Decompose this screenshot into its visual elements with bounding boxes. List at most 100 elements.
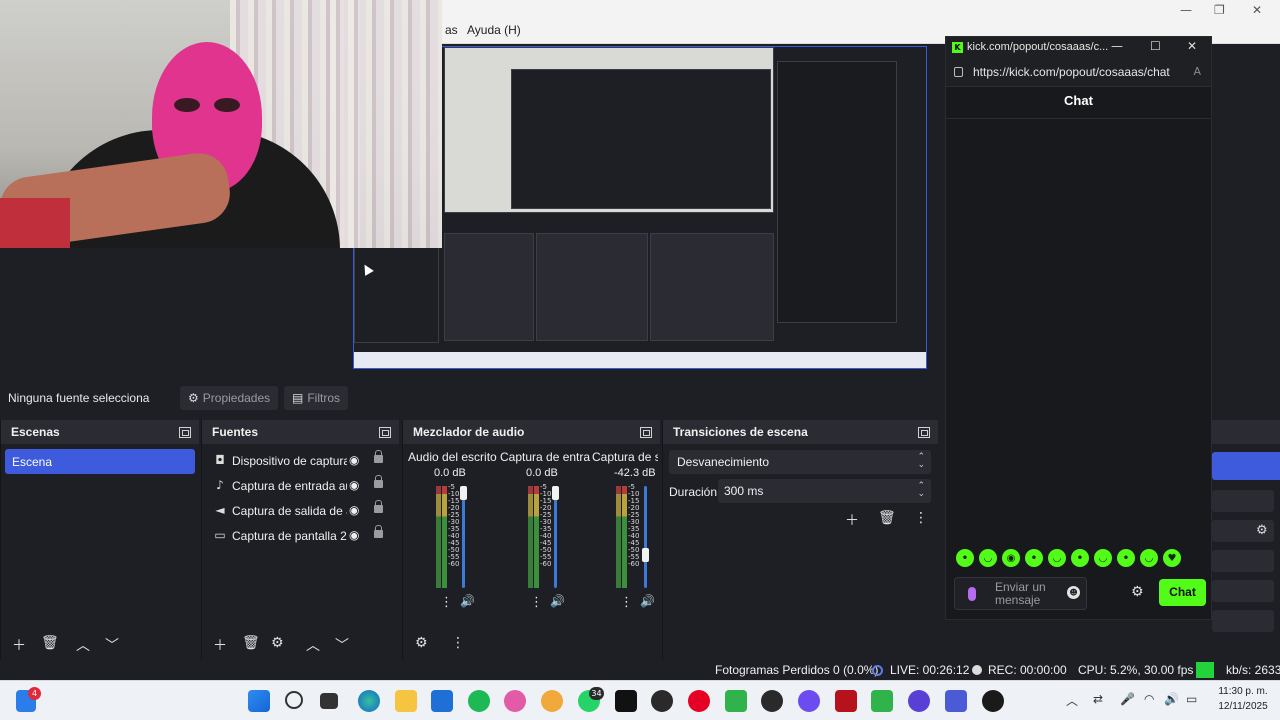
chat-url[interactable]: https://kick.com/popout/cosaaas/chat	[973, 65, 1170, 79]
add-icon[interactable]: ＋	[845, 510, 859, 530]
lock-icon[interactable]	[374, 500, 383, 513]
chevron-down-icon[interactable]: ﹀	[335, 635, 349, 655]
address-bar[interactable]: https://kick.com/popout/cosaaas/chat A	[946, 59, 1211, 87]
microphone-icon[interactable]	[968, 587, 976, 601]
clock-date[interactable]: 12/11/2025	[1210, 701, 1276, 712]
capcut-alt-icon[interactable]	[651, 690, 673, 712]
volume-fader[interactable]	[552, 486, 559, 588]
settings-gear-icon[interactable]: ⚙	[1256, 523, 1268, 538]
capcut-icon[interactable]	[615, 690, 637, 712]
emote-icon[interactable]: •	[956, 549, 974, 567]
transition-select[interactable]: Desvanecimiento ⌃ ⌄	[669, 450, 931, 474]
search-icon[interactable]	[285, 691, 303, 709]
sheets-icon[interactable]	[725, 690, 747, 712]
source-row[interactable]: ◄ Captura de salida de a ◉	[202, 499, 398, 523]
speaker-icon[interactable]: 🔊	[460, 594, 475, 608]
updown-icon[interactable]: ⌃ ⌄	[917, 482, 925, 499]
kebab-menu-icon[interactable]: ⋮	[914, 510, 928, 526]
emote-icon[interactable]: ◡	[1048, 549, 1066, 567]
trash-icon[interactable]: 🗑	[878, 510, 896, 526]
maximize-dock-icon[interactable]	[640, 427, 652, 438]
lock-icon[interactable]	[374, 450, 383, 463]
chat-message-input[interactable]: Enviar un mensaje ☻	[954, 577, 1087, 610]
controls-active-button[interactable]	[1212, 452, 1280, 480]
edge-icon[interactable]	[358, 690, 380, 712]
app-icon[interactable]	[504, 690, 526, 712]
start-icon[interactable]	[248, 690, 270, 712]
eye-icon[interactable]: ◉	[349, 478, 359, 492]
volume-icon[interactable]: 🔊	[1164, 692, 1179, 706]
maximize-dock-icon[interactable]	[918, 427, 930, 438]
controls-button[interactable]	[1212, 580, 1274, 602]
controls-button[interactable]	[1212, 550, 1274, 572]
blender-icon[interactable]	[541, 690, 563, 712]
maximize-dock-icon[interactable]	[379, 427, 391, 438]
eye-icon[interactable]: ◉	[349, 528, 359, 542]
speaker-icon[interactable]: 🔊	[640, 594, 655, 608]
store-icon[interactable]	[431, 690, 453, 712]
chat-settings-gear-icon[interactable]: ⚙	[1131, 584, 1144, 600]
spotify-icon[interactable]	[468, 690, 490, 712]
kebab-menu-icon[interactable]: ⋮	[620, 595, 633, 610]
source-row[interactable]: ◘ Dispositivo de captura ◉	[202, 449, 398, 473]
trash-icon[interactable]: 🗑	[41, 635, 59, 651]
wifi-icon[interactable]: ◠	[1144, 692, 1154, 706]
menu-fragment[interactable]: as	[445, 23, 458, 37]
file-explorer-icon[interactable]	[395, 690, 417, 712]
teams-icon[interactable]	[945, 690, 967, 712]
kebab-menu-icon[interactable]: ⋮	[451, 635, 465, 651]
source-row[interactable]: ▭ Captura de pantalla 2 ◉	[202, 524, 398, 548]
emote-icon[interactable]: ◡	[1140, 549, 1158, 567]
add-icon[interactable]: ＋	[12, 635, 26, 655]
app-icon[interactable]	[871, 690, 893, 712]
add-icon[interactable]: ＋	[213, 635, 227, 655]
properties-button[interactable]: ⚙ Propiedades	[180, 386, 279, 410]
eye-icon[interactable]: ◉	[349, 453, 359, 467]
chevron-down-icon[interactable]: ﹀	[105, 635, 119, 655]
pinterest-icon[interactable]	[688, 690, 710, 712]
app-icon[interactable]	[835, 690, 857, 712]
menu-help[interactable]: Ayuda (H)	[467, 23, 521, 37]
task-view-icon[interactable]	[320, 693, 338, 709]
scene-item[interactable]: Escena	[5, 449, 195, 474]
tray-app-icon[interactable]: ⇄	[1093, 692, 1103, 706]
minimize-icon[interactable]: —	[1111, 39, 1123, 53]
fader-knob[interactable]	[552, 486, 559, 500]
emote-icon[interactable]: •	[1071, 549, 1089, 567]
maximize-icon[interactable]: ☐	[1150, 39, 1161, 53]
clock-time[interactable]: 11:30 p. m.	[1210, 686, 1276, 697]
emote-icon[interactable]: •	[1025, 549, 1043, 567]
headset-icon[interactable]	[908, 690, 930, 712]
fader-knob[interactable]	[460, 486, 467, 500]
eye-icon[interactable]: ◉	[349, 503, 359, 517]
advanced-audio-gear-icon[interactable]: ⚙	[415, 635, 428, 651]
emote-icon[interactable]: ◡	[979, 549, 997, 567]
emote-icon[interactable]: ◉	[1002, 549, 1020, 567]
controls-button[interactable]	[1212, 490, 1274, 512]
duration-spinbox[interactable]: 300 ms ⌃ ⌄	[718, 479, 931, 503]
app-icon[interactable]	[798, 690, 820, 712]
speaker-icon[interactable]: 🔊	[550, 594, 565, 608]
chevron-up-icon[interactable]: ︿	[1066, 692, 1078, 709]
capcut-icon[interactable]	[761, 690, 783, 712]
lock-icon[interactable]	[374, 525, 383, 538]
gear-icon[interactable]: ⚙	[271, 635, 284, 651]
emote-icon[interactable]: ◡	[1094, 549, 1112, 567]
kebab-menu-icon[interactable]: ⋮	[530, 595, 543, 610]
chevron-up-icon[interactable]: ︿	[76, 635, 90, 655]
read-aloud-icon[interactable]: A	[1193, 65, 1201, 78]
filters-button[interactable]: ▤ Filtros	[284, 386, 349, 410]
close-icon[interactable]: ✕	[1187, 39, 1197, 53]
trash-icon[interactable]: 🗑	[242, 635, 260, 651]
controls-button[interactable]	[1212, 610, 1274, 632]
volume-fader[interactable]	[642, 486, 649, 588]
lock-icon[interactable]	[374, 475, 383, 488]
kebab-menu-icon[interactable]: ⋮	[440, 595, 453, 610]
restore-icon[interactable]: ❐	[1214, 3, 1225, 17]
fader-knob[interactable]	[642, 548, 649, 562]
microphone-icon[interactable]: 🎤	[1120, 692, 1135, 706]
maximize-dock-icon[interactable]	[179, 427, 191, 438]
obs-icon[interactable]	[982, 690, 1004, 712]
volume-fader[interactable]	[460, 486, 467, 588]
minimize-icon[interactable]: —	[1180, 3, 1192, 17]
